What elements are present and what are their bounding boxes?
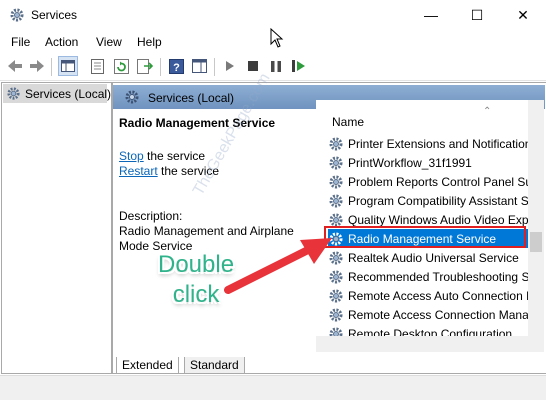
menu-help[interactable]: Help	[137, 35, 162, 49]
menu-file[interactable]: File	[11, 35, 30, 49]
tab-extended[interactable]: Extended	[116, 357, 179, 374]
menu-bar	[0, 32, 546, 52]
minimize-button[interactable]: —	[408, 0, 454, 30]
toolbar-separator	[214, 58, 215, 76]
toolbar-separator	[51, 58, 52, 76]
description-label: Description:	[119, 209, 183, 223]
annotation-line-2: click	[172, 281, 220, 308]
horizontal-scrollbar[interactable]	[316, 336, 528, 352]
service-name: Remote Access Connection Manager	[348, 307, 528, 322]
restart-service-icon[interactable]	[289, 56, 309, 76]
service-name: Program Compatibility Assistant Service	[348, 193, 528, 208]
service-gear-icon	[329, 194, 343, 207]
service-name: Problem Reports Control Panel Support	[348, 174, 528, 189]
tree-item-label: Services (Local)	[25, 87, 112, 101]
pane-header-title: Services (Local)	[148, 91, 235, 105]
back-arrow-icon[interactable]	[5, 56, 25, 76]
scrollbar-thumb[interactable]	[530, 232, 542, 252]
services-gear-icon	[125, 90, 139, 104]
menu-view[interactable]: View	[96, 35, 122, 49]
service-row[interactable]: Remote Access Auto Connection Manager	[328, 286, 528, 305]
annotation-line-1: Double	[158, 251, 235, 278]
start-service-icon[interactable]	[220, 56, 240, 76]
stop-line: Stop the service	[119, 149, 205, 163]
maximize-button[interactable]: ☐	[454, 0, 500, 30]
service-row[interactable]: Remote Access Connection Manager	[328, 305, 528, 324]
forward-arrow-icon[interactable]	[27, 56, 47, 76]
annotation-arrow-icon	[224, 238, 332, 294]
svg-text:?: ?	[173, 62, 180, 74]
tab-standard[interactable]: Standard	[184, 357, 245, 374]
services-gear-icon	[10, 8, 24, 22]
service-row[interactable]: Problem Reports Control Panel Support	[328, 172, 528, 191]
status-bar	[0, 375, 546, 400]
service-row[interactable]: PrintWorkflow_31f1991	[328, 153, 528, 172]
service-name: Remote Access Auto Connection Manager	[348, 288, 528, 303]
service-name: Recommended Troubleshooting Service	[348, 269, 528, 284]
service-name: Printer Extensions and Notifications	[348, 136, 528, 151]
service-row[interactable]: Realtek Audio Universal Service	[328, 248, 528, 267]
close-button[interactable]: ✕	[500, 0, 546, 30]
console-tree	[1, 82, 112, 374]
service-row[interactable]: Recommended Troubleshooting Service	[328, 267, 528, 286]
service-row[interactable]: Program Compatibility Assistant Service	[328, 191, 528, 210]
highlight-box	[324, 226, 526, 248]
stop-suffix: the service	[143, 149, 206, 163]
annotation-text: Double click	[158, 250, 234, 310]
vertical-scrollbar[interactable]	[528, 100, 544, 352]
restart-service-link[interactable]: Restart	[119, 164, 158, 178]
service-row[interactable]: Printer Extensions and Notifications	[328, 134, 528, 153]
service-name: Quality Windows Audio Video Experience	[348, 212, 528, 227]
toolbar-separator	[160, 58, 161, 76]
column-header-name[interactable]: Name	[332, 115, 364, 129]
services-gear-icon	[7, 87, 20, 100]
help-icon[interactable]: ?	[166, 56, 186, 76]
export-list-icon[interactable]	[135, 56, 155, 76]
window-title: Services	[31, 8, 78, 22]
properties-sheet-icon[interactable]	[87, 56, 107, 76]
refresh-icon[interactable]	[111, 56, 131, 76]
service-name: PrintWorkflow_31f1991	[348, 155, 472, 170]
stop-service-link[interactable]: Stop	[119, 149, 144, 163]
menu-action[interactable]: Action	[45, 35, 78, 49]
service-gear-icon	[329, 175, 343, 188]
pause-service-icon[interactable]	[266, 56, 286, 76]
service-gear-icon	[329, 156, 343, 169]
sort-caret-icon: ⌃	[483, 106, 492, 117]
service-gear-icon	[329, 137, 343, 150]
show-console-tree-icon[interactable]	[58, 56, 78, 76]
show-hide-action-pane-icon[interactable]	[189, 56, 209, 76]
service-name: Realtek Audio Universal Service	[348, 250, 519, 265]
service-gear-icon	[329, 308, 343, 321]
